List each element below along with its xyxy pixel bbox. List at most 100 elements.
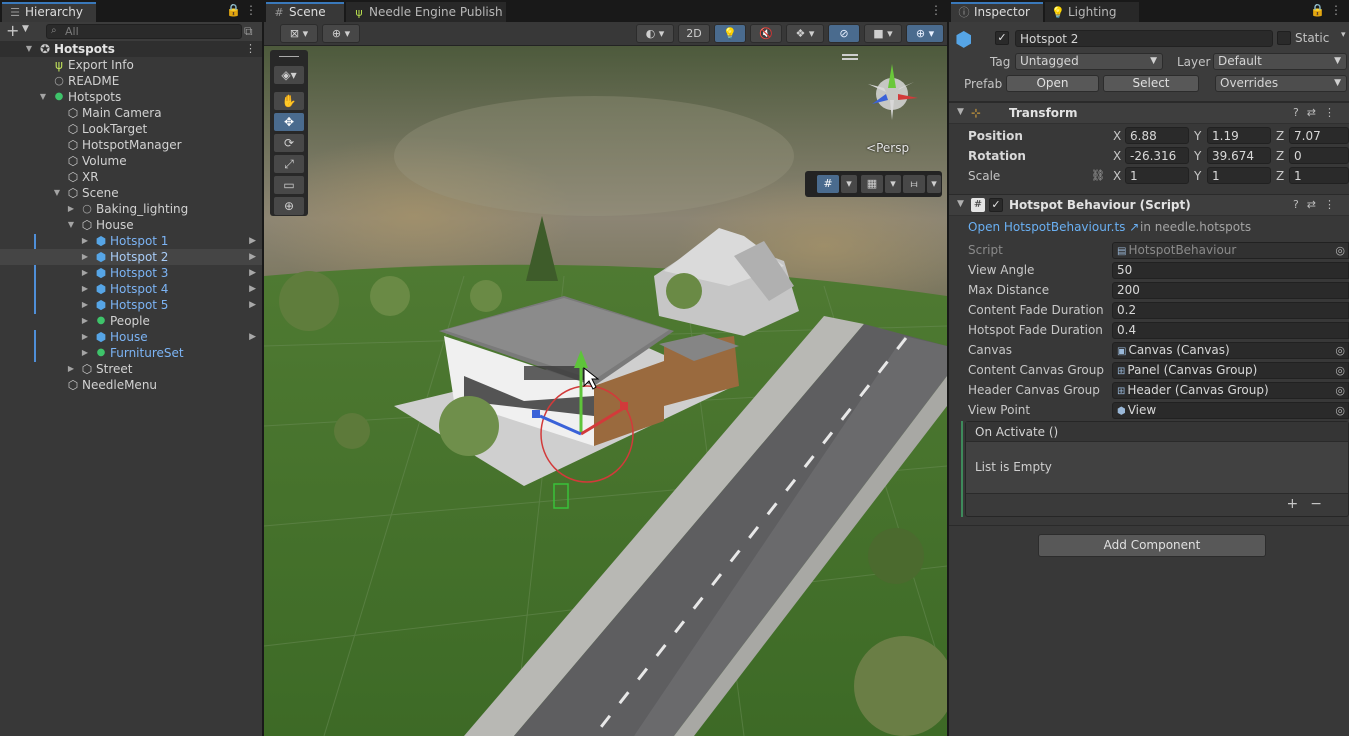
prefab-open-button[interactable]: Open [1006,75,1099,92]
hierarchy-row[interactable]: ▶ ● People [0,313,262,329]
hierarchy-row[interactable]: ▶ ○ Baking_lighting [0,201,262,217]
plus-icon[interactable]: + [1287,496,1311,512]
fold-closed-icon[interactable]: ▶ [80,297,90,313]
property-field[interactable]: 0.4 [1112,322,1349,339]
audio-toggle-icon[interactable]: 🔇 [750,24,782,43]
tab-needle-publish[interactable]: ψ Needle Engine Publish [346,2,506,22]
chevron-down-icon[interactable]: ▾ [885,175,901,193]
hierarchy-row[interactable]: ▼ ⬡ Scene [0,185,262,201]
open-prefab-arrow-icon[interactable]: ▶ [249,281,256,297]
scale-tool-icon[interactable]: ⤢ [274,155,304,173]
hierarchy-row[interactable]: ▶ ⬢ Hotspot 4 ▶ [0,281,262,297]
hierarchy-row[interactable]: ψ Export Info [0,57,262,73]
fold-open-icon[interactable]: ▼ [24,41,34,57]
grid-visibility-icon[interactable]: ▦ [861,175,883,193]
tab-menu-icon[interactable]: ⋮ [930,3,942,17]
hierarchy-row[interactable]: ▶ ⬢ Hotspot 3 ▶ [0,265,262,281]
lock-icon[interactable]: 🔒 [226,3,241,17]
tab-menu-icon[interactable]: ⋮ [245,3,257,17]
prefab-select-button[interactable]: Select [1103,75,1199,92]
grid-snap-icon[interactable]: # [817,175,839,193]
position-x-input[interactable] [1125,127,1189,144]
hotspot-behaviour-header[interactable]: ▼ # ✓ Hotspot Behaviour (Script) ?⇄⋮ [949,194,1349,216]
active-checkbox[interactable]: ✓ [995,31,1009,45]
rotate-tool-icon[interactable]: ⟳ [274,134,304,152]
lighting-toggle-icon[interactable]: 💡 [714,24,746,43]
open-prefab-arrow-icon[interactable]: ▶ [249,265,256,281]
2d-toggle-button[interactable]: 2D [678,24,710,43]
fold-closed-icon[interactable]: ▶ [66,361,76,377]
fold-closed-icon[interactable]: ▶ [80,265,90,281]
rotation-x-input[interactable] [1125,147,1189,164]
layer-dropdown[interactable]: Default ▼ [1213,53,1347,70]
camera-settings-button[interactable]: ■ ▾ [864,24,902,43]
chevron-down-icon[interactable]: ▼ [22,24,29,34]
hierarchy-row[interactable]: ⬡ XR [0,169,262,185]
property-field[interactable]: ⊞ Panel (Canvas Group) [1112,362,1349,379]
tag-dropdown[interactable]: Untagged ▼ [1015,53,1163,70]
fold-closed-icon[interactable]: ▶ [80,329,90,345]
scene-root-row[interactable]: ▼ ✪ Hotspots ⋮ [0,41,262,57]
visibility-toggle-icon[interactable]: ⊘ [828,24,860,43]
prefab-overrides-dropdown[interactable]: Overrides ▼ [1215,75,1347,92]
property-field[interactable]: 50 [1112,262,1349,279]
hierarchy-row[interactable]: ▶ ⬡ Street [0,361,262,377]
object-picker-icon[interactable]: ◎ [1335,364,1345,377]
increment-snap-icon[interactable]: ⧦ [903,175,925,193]
hierarchy-row[interactable]: ⬡ HotspotManager [0,137,262,153]
create-button[interactable]: + [6,22,19,40]
open-prefab-arrow-icon[interactable]: ▶ [249,297,256,313]
object-picker-icon[interactable]: ◎ [1335,384,1345,397]
rect-tool-icon[interactable]: ▭ [274,176,304,194]
object-picker-icon[interactable]: ◎ [1335,244,1345,257]
fold-closed-icon[interactable]: ▶ [80,313,90,329]
property-field[interactable]: ⬢ View [1112,402,1349,419]
hierarchy-row[interactable]: ▶ ⬢ Hotspot 2 ▶ [0,249,262,265]
effects-button[interactable]: ❖ ▾ [786,24,824,43]
add-component-button[interactable]: Add Component [1038,534,1266,557]
lock-icon[interactable]: 🔒 [1310,3,1325,17]
hand-tool-icon[interactable]: ✋ [274,92,304,110]
tab-scene[interactable]: # Scene [266,2,344,22]
hierarchy-row[interactable]: ○ README [0,73,262,89]
open-script-link[interactable]: Open HotspotBehaviour.ts ↗ [968,220,1139,234]
static-checkbox[interactable] [1277,31,1291,45]
position-z-input[interactable] [1289,127,1349,144]
draw-mode-button[interactable]: ⊠ ▾ [280,24,318,43]
property-field[interactable]: ⊞ Header (Canvas Group) [1112,382,1349,399]
property-field[interactable]: ▣ Canvas (Canvas) [1112,342,1349,359]
fold-closed-icon[interactable]: ▶ [66,201,76,217]
tab-menu-icon[interactable]: ⋮ [1330,3,1342,17]
camera-mode-label[interactable]: <Persp [866,141,909,155]
hierarchy-row[interactable]: ▶ ⬢ Hotspot 1 ▶ [0,233,262,249]
tab-hierarchy[interactable]: ☰ Hierarchy [2,2,96,22]
minus-icon[interactable]: − [1310,496,1334,512]
object-picker-icon[interactable]: ◎ [1335,344,1345,357]
component-enabled-checkbox[interactable]: ✓ [989,198,1003,212]
chevron-down-icon[interactable]: ▾ [1341,30,1346,40]
fold-closed-icon[interactable]: ▶ [80,249,90,265]
scene-viewport[interactable]: ◈▾ ✋ ✥ ⟳ ⤢ ▭ ⊕ # ▾ ▦ ▾ ⧦ ▾ <Persp [264,46,947,736]
scene-menu-icon[interactable]: ⋮ [245,41,256,57]
rotation-y-input[interactable] [1207,147,1271,164]
global-local-button[interactable]: ⊕ ▾ [322,24,360,43]
tab-inspector[interactable]: ⓘ Inspector [951,2,1043,22]
move-tool-icon[interactable]: ✥ [274,113,304,131]
object-picker-icon[interactable]: ◎ [1335,404,1345,417]
view-mode-button[interactable]: ◈▾ [274,66,304,84]
object-name-input[interactable] [1015,30,1273,47]
property-field[interactable]: 0.2 [1112,302,1349,319]
tab-lighting[interactable]: 💡 Lighting [1045,2,1139,22]
hierarchy-row[interactable]: ▶ ⬢ House ▶ [0,329,262,345]
scale-x-input[interactable] [1125,167,1189,184]
chevron-down-icon[interactable]: ▾ [841,175,857,193]
hierarchy-row[interactable]: ▶ ⬢ Hotspot 5 ▶ [0,297,262,313]
open-prefab-arrow-icon[interactable]: ▶ [249,329,256,345]
chevron-down-icon[interactable]: ▾ [927,175,941,193]
gizmos-button[interactable]: ⊕ ▾ [906,24,944,43]
hierarchy-row[interactable]: ▶ ● FurnitureSet [0,345,262,361]
open-prefab-arrow-icon[interactable]: ▶ [249,233,256,249]
component-header-icons[interactable]: ?⇄⋮ [1293,106,1343,119]
hierarchy-row[interactable]: ⬡ LookTarget [0,121,262,137]
property-field[interactable]: 200 [1112,282,1349,299]
